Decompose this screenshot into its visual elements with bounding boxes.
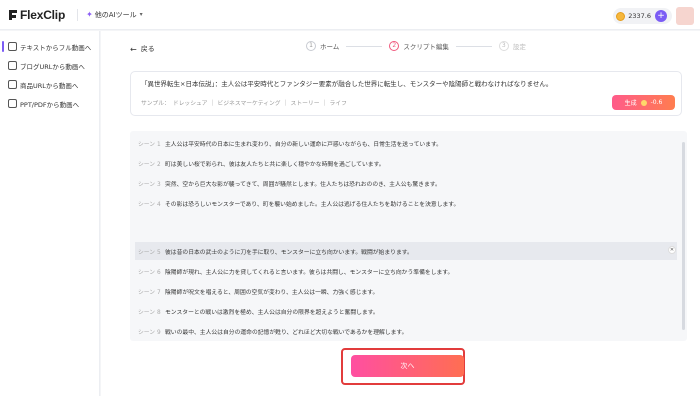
coin-icon [640,99,647,106]
back-label: 戻る [140,45,155,53]
scene-text[interactable]: 陰陽師が呪文を唱えると、周囲の空気が変わり、主人公は一瞬、力強く感じます。 [165,287,378,296]
blog-url-icon [8,61,17,70]
scene-label: シーン 2 [138,161,161,168]
scene-label: シーン 6 [138,269,161,276]
scene-list: シーン 1 主人公は平安時代の日本に生まれ変わり、自分の新しい運命に戸惑いながら… [130,131,687,341]
arrow-left-icon: ← [130,44,137,54]
top-right-controls: 2337.6 + [613,7,694,25]
next-button[interactable]: 次へ [351,355,464,377]
step-label: スクリプト編集 [403,43,449,51]
ai-tools-menu[interactable]: ✦ 他のAIツール ▾ [86,10,143,20]
coin-icon [616,11,626,21]
scene-text[interactable]: 主人公は平安時代の日本に生まれ変わり、自分の新しい運命に戸惑いながらも、日常生活… [165,139,442,148]
step-label: ホーム [320,43,340,51]
scene-row[interactable]: シーン 7 陰陽師が呪文を唱えると、周囲の空気が変わり、主人公は一瞬、力強く感じ… [135,282,677,300]
back-button[interactable]: ← 戻る [130,44,155,54]
credits-value: 2337.6 [628,12,651,20]
avatar[interactable] [676,7,694,25]
scene-label: シーン 9 [138,329,161,336]
scene-text[interactable]: 町は美しい桜で彩られ、彼は友人たちと共に楽しく穏やかな時間を過ごしています。 [165,159,385,168]
scene-row-selected[interactable]: シーン 5 彼は昔の日本の武士のように刀を手に取り、モンスターに立ち向かいます。… [135,242,677,260]
scene-text[interactable]: モンスターとの戦いは激烈を極め、主人公は自分の限界を超えようと奮闘します。 [165,307,379,316]
step-number: 1 [306,41,316,51]
app-name: FlexClip [20,7,66,22]
divider [77,8,79,21]
scene-label: シーン 8 [138,309,161,316]
scene-text[interactable]: 戦いの最中、主人公は自分の運命の記憶が甦り、どれほど大切な戦いであるかを理解しま… [165,327,407,336]
sample-chip[interactable]: ライフ [329,98,346,107]
scene-text[interactable]: 突然、空から巨大な影が襲ってきて、周囲が騒然とします。住人たちは恐れおののき、主… [165,179,441,188]
step-home[interactable]: 1 ホーム [306,41,339,51]
text-video-icon [8,42,17,51]
sidebar-item-label: 商品URLから動画へ [20,81,79,90]
step-label: 設定 [512,43,526,51]
ppt-pdf-icon [8,99,17,108]
scene-text[interactable]: 陰陽師が現れ、主人公に力を貸してくれると言います。彼らは共闘し、モンスターに立ち… [165,267,453,276]
flexclip-logo[interactable]: FlexClip [8,8,65,22]
top-bar: FlexClip ✦ 他のAIツール ▾ 2337.6 + [0,0,700,30]
scene-text[interactable]: 彼は昔の日本の武士のように刀を手に取り、モンスターに立ち向かいます。戦闘が始まり… [165,247,413,256]
step-script-edit[interactable]: 2 スクリプト編集 [389,41,449,51]
generate-cost: -0.6 [650,99,663,106]
stepper: 1 ホーム 2 スクリプト編集 3 設定 [306,41,526,51]
scene-row[interactable]: シーン 8 モンスターとの戦いは激烈を極め、主人公は自分の限界を超えようと奮闘し… [135,302,677,320]
main-panel: ← 戻る 1 ホーム 2 スクリプト編集 3 設定 「異世界転生×日本伝説」：主… [101,31,700,396]
scene-row[interactable]: シーン 4 その影は恐ろしいモンスターであり、町を襲い始めました。主人公は逃げる… [135,194,677,212]
scene-label: シーン 4 [138,201,161,208]
scene-row[interactable]: シーン 3 突然、空から巨大な影が襲ってきて、周囲が騒然とします。住人たちは恐れ… [135,174,677,192]
divider: | [323,99,326,106]
sidebar-item-blog-url[interactable]: ブログURLから動画へ [0,56,99,75]
scene-text[interactable]: その影は恐ろしいモンスターであり、町を襲い始めました。主人公は逃げる住人たちを助… [165,199,459,208]
sidebar-item-label: ブログURLから動画へ [20,62,85,71]
sample-prompts: サンプル： ドレッシュア | ビジネスマーケティング | ストーリー | ライフ [141,98,347,108]
product-url-icon [8,80,17,89]
add-credits-button[interactable]: + [655,10,667,22]
sample-chip[interactable]: ストーリー [291,98,320,107]
sample-chip[interactable]: ビジネスマーケティング [217,98,280,107]
generate-label: 生成 [624,100,637,107]
scrollbar[interactable] [682,142,685,330]
credits-badge[interactable]: 2337.6 + [613,8,672,24]
scene-label: シーン 5 [138,249,161,256]
close-icon[interactable]: ✕ [668,246,676,254]
step-connector [346,45,383,47]
step-connector [455,45,492,47]
logo-icon [9,9,17,20]
scene-row[interactable]: シーン 1 主人公は平安時代の日本に生まれ変わり、自分の新しい運命に戸惑いながら… [135,134,677,152]
sidebar-item-label: テキストからフル動画へ [20,43,92,52]
step-number: 3 [498,41,509,51]
divider: | [211,99,214,106]
sidebar-item-text-to-video[interactable]: テキストからフル動画へ [0,37,99,56]
scene-label: シーン 7 [138,289,161,296]
scene-row[interactable]: シーン 6 陰陽師が現れ、主人公に力を貸してくれると言います。彼らは共闘し、モン… [135,262,677,280]
prompt-input[interactable]: 「異世界転生×日本伝説」：主人公は平安時代とファンタジー要素が融合した世界に転生… [130,71,682,116]
scene-label: シーン 1 [138,141,161,148]
scene-label: シーン 3 [138,181,161,188]
sidebar: テキストからフル動画へ ブログURLから動画へ 商品URLから動画へ PPT/P… [0,31,100,396]
sidebar-item-product-url[interactable]: 商品URLから動画へ [0,75,99,94]
step-settings: 3 設定 [498,41,526,51]
scene-row[interactable]: シーン 9 戦いの最中、主人公は自分の運命の記憶が甦り、どれほど大切な戦いである… [135,322,677,340]
ai-tools-label: 他のAIツール [94,10,137,19]
sidebar-item-ppt-pdf[interactable]: PPT/PDFから動画へ [0,94,99,113]
scene-row[interactable]: シーン 2 町は美しい桜で彩られ、彼は友人たちと共に楽しく穏やかな時間を過ごして… [135,154,677,172]
chevron-down-icon: ▾ [139,11,143,18]
generate-button[interactable]: 生成 -0.6 [612,95,675,110]
samples-label: サンプル： [141,101,170,107]
divider: | [284,99,287,106]
sidebar-item-label: PPT/PDFから動画へ [20,100,80,109]
sample-chip[interactable]: ドレッシュア [173,98,208,107]
step-number: 2 [389,41,400,51]
prompt-text[interactable]: 「異世界転生×日本伝説」：主人公は平安時代とファンタジー要素が融合した世界に転生… [141,78,552,88]
sparkle-icon: ✦ [86,10,93,19]
